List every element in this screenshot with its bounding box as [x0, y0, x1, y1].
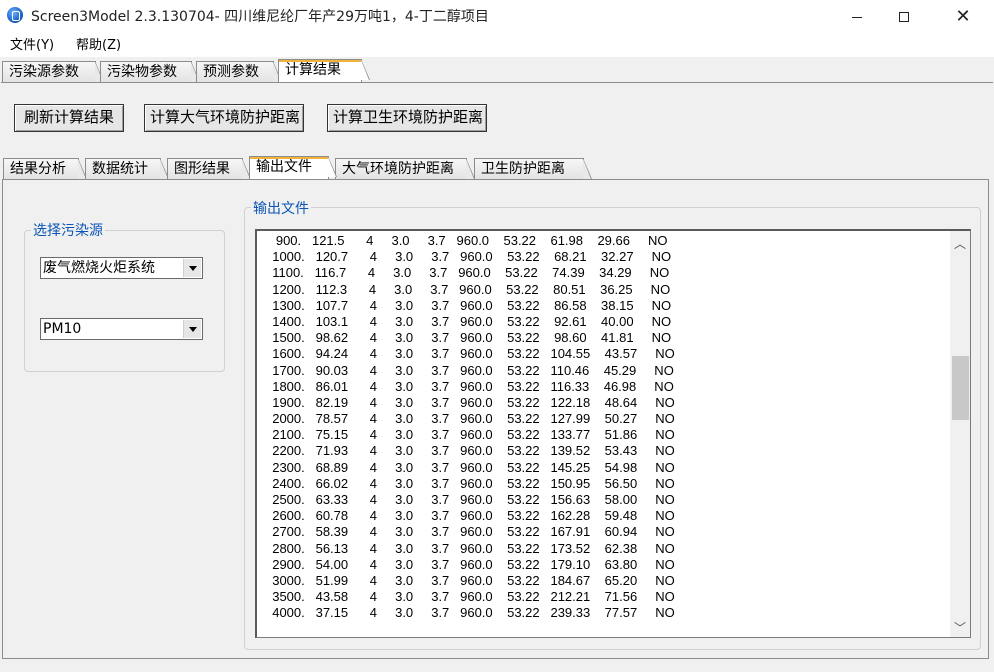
maximize-icon [899, 12, 909, 22]
close-button[interactable]: ✕ [940, 0, 986, 34]
tab-label: 卫生防护距离 [481, 161, 565, 177]
output-line: 3000. 51.99 4 3.0 3.7 960.0 53.22 184.67… [265, 572, 675, 588]
menu-bar: 文件(Y) 帮助(Z) [0, 34, 994, 57]
source-select-dropdown-button[interactable] [183, 259, 201, 277]
scroll-up-button[interactable]: ︿ [950, 233, 970, 253]
output-line: 1900. 82.19 4 3.0 3.7 960.0 53.22 122.18… [265, 394, 675, 410]
output-line: 2100. 75.15 4 3.0 3.7 960.0 53.22 133.77… [265, 427, 675, 443]
source-select[interactable]: 废气燃烧火炬系统 [40, 257, 203, 279]
output-line: 900. 121.5 4 3.0 3.7 960.0 53.22 61.98 2… [265, 233, 668, 248]
output-line: 2600. 60.78 4 3.0 3.7 960.0 53.22 162.28… [265, 508, 675, 524]
output-line: 1400. 103.1 4 3.0 3.7 960.0 53.22 92.61 … [265, 313, 672, 329]
output-line: 1000. 120.7 4 3.0 3.7 960.0 53.22 68.21 … [265, 249, 672, 265]
close-icon: ✕ [955, 6, 971, 27]
window-title: Screen3Model 2.3.130704- 四川维尼纶厂年产29万吨1，4… [31, 9, 489, 25]
tab-air-protection-distance[interactable]: 大气环境防护距离 [335, 158, 475, 179]
output-line: 2400. 66.02 4 3.0 3.7 960.0 53.22 150.95… [265, 475, 675, 491]
app-icon [7, 7, 23, 23]
tab-prediction-params[interactable]: 预测参数 [196, 61, 282, 82]
output-group-label: 输出文件 [251, 201, 311, 217]
title-bar: Screen3Model 2.3.130704- 四川维尼纶厂年产29万吨1，4… [0, 0, 994, 34]
scroll-thumb[interactable] [952, 356, 969, 421]
output-line: 1300. 107.7 4 3.0 3.7 960.0 53.22 86.58 … [265, 297, 672, 313]
vertical-scrollbar[interactable]: ︿ ﹀ [950, 231, 970, 637]
output-text-content: 900. 121.5 4 3.0 3.7 960.0 53.22 61.98 2… [265, 233, 945, 622]
tab-label: 数据统计 [92, 161, 148, 177]
active-tab-indicator [279, 60, 361, 62]
tab-label: 图形结果 [174, 161, 230, 177]
output-text-area[interactable]: 900. 121.5 4 3.0 3.7 960.0 53.22 61.98 2… [255, 229, 971, 638]
minimize-button[interactable] [834, 0, 880, 34]
tab-label: 污染源参数 [9, 64, 79, 80]
output-line: 3500. 43.58 4 3.0 3.7 960.0 53.22 212.21… [265, 589, 675, 605]
output-line: 2500. 63.33 4 3.0 3.7 960.0 53.22 156.63… [265, 492, 675, 507]
tab-pollutant-params[interactable]: 污染物参数 [100, 61, 200, 82]
chevron-down-icon: ﹀ [953, 620, 966, 635]
tab-label: 结果分析 [10, 161, 66, 177]
tab-edge-fill [361, 60, 369, 80]
active-tab-indicator [250, 157, 328, 159]
tab-label: 污染物参数 [107, 64, 177, 80]
menu-file[interactable]: 文件(Y) [10, 37, 54, 55]
tab-label: 输出文件 [256, 159, 312, 175]
output-line: 2000. 78.57 4 3.0 3.7 960.0 53.22 127.99… [265, 411, 675, 427]
tab-label: 计算结果 [285, 62, 341, 78]
tab-edge-fill [466, 159, 474, 179]
menu-help[interactable]: 帮助(Z) [76, 37, 121, 55]
output-line: 2200. 71.93 4 3.0 3.7 960.0 53.22 139.52… [265, 443, 675, 459]
output-line: 1800. 86.01 4 3.0 3.7 960.0 53.22 116.33… [265, 378, 674, 394]
maximize-button[interactable] [881, 0, 927, 34]
source-group-label: 选择污染源 [31, 223, 105, 239]
output-line: 1200. 112.3 4 3.0 3.7 960.0 53.22 80.51 … [265, 281, 671, 297]
tab-source-params[interactable]: 污染源参数 [2, 61, 104, 82]
output-line: 2300. 68.89 4 3.0 3.7 960.0 53.22 145.25… [265, 459, 675, 475]
tab-results[interactable]: 计算结果 [278, 59, 370, 82]
output-line: 1600. 94.24 4 3.0 3.7 960.0 53.22 104.55… [265, 346, 675, 362]
tab-label: 大气环境防护距离 [342, 161, 454, 177]
tab-edge-fill [583, 159, 591, 179]
pollutant-select-value: PM10 [43, 321, 82, 337]
output-line: 2700. 58.39 4 3.0 3.7 960.0 53.22 167.91… [265, 524, 675, 540]
scroll-down-button[interactable]: ﹀ [950, 617, 970, 637]
chevron-up-icon: ︿ [953, 236, 966, 251]
output-line: 1100. 116.7 4 3.0 3.7 960.0 53.22 74.39 … [265, 265, 670, 281]
chevron-down-icon [188, 326, 197, 332]
tab-data-statistics[interactable]: 数据统计 [85, 158, 169, 179]
tab-sanitary-protection-distance[interactable]: 卫生防护距离 [474, 158, 592, 179]
source-select-group [24, 230, 225, 372]
chevron-down-icon [188, 265, 197, 271]
tab-graphic-results[interactable]: 图形结果 [167, 158, 251, 179]
refresh-results-button[interactable]: 刷新计算结果 [14, 104, 124, 132]
output-line: 2800. 56.13 4 3.0 3.7 960.0 53.22 173.52… [265, 540, 675, 556]
tab-result-analysis[interactable]: 结果分析 [3, 158, 87, 179]
output-line: 1700. 90.03 4 3.0 3.7 960.0 53.22 110.46… [265, 362, 674, 378]
tab-edge-fill [328, 157, 336, 177]
source-select-value: 废气燃烧火炬系统 [43, 260, 155, 276]
output-line: 4000. 37.15 4 3.0 3.7 960.0 53.22 239.33… [265, 605, 675, 621]
minimize-icon [852, 16, 862, 18]
calc-air-distance-button[interactable]: 计算大气环境防护距离 [144, 104, 304, 132]
pollutant-select[interactable]: PM10 [40, 318, 203, 340]
tab-output-file[interactable]: 输出文件 [249, 156, 337, 179]
output-line: 2900. 54.00 4 3.0 3.7 960.0 53.22 179.10… [265, 556, 675, 572]
pollutant-select-dropdown-button[interactable] [183, 320, 201, 338]
output-line: 1500. 98.62 4 3.0 3.7 960.0 53.22 98.60 … [265, 330, 672, 346]
tab-label: 预测参数 [203, 64, 259, 80]
calc-sanitary-distance-button[interactable]: 计算卫生环境防护距离 [327, 104, 487, 132]
